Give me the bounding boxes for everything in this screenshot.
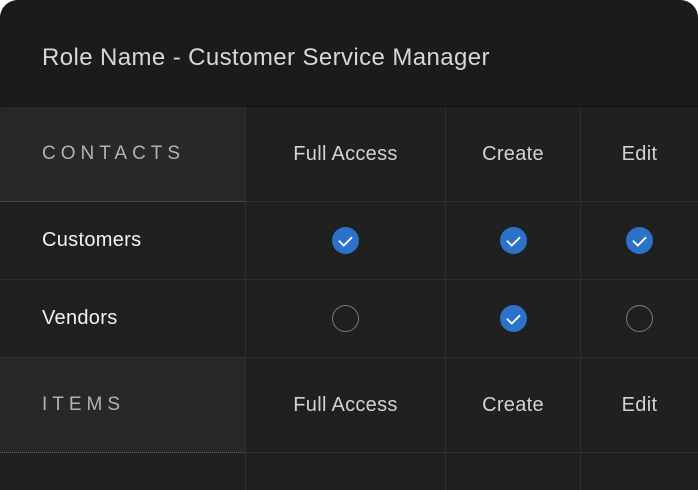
column-header-full-access: Full Access <box>293 394 397 417</box>
column-header-cell-create: Create <box>445 107 580 202</box>
row-label-cell-vendors: Vendors <box>0 280 245 358</box>
column-header-create: Create <box>482 143 544 166</box>
row-label: Vendors <box>42 307 118 330</box>
title-bar: Role Name - Customer Service Manager <box>0 0 698 107</box>
page-title: Role Name - Customer Service Manager <box>42 34 490 72</box>
section-label-cell-items: ITEMS <box>0 358 245 453</box>
permission-checkbox-customers-edit[interactable] <box>626 227 653 254</box>
column-header-cell-full-access: Full Access <box>245 358 445 453</box>
permission-cell <box>245 202 445 280</box>
section-label-cell-contacts: CONTACTS <box>0 107 245 202</box>
column-header-cell-create: Create <box>445 358 580 453</box>
column-header-full-access: Full Access <box>293 143 397 166</box>
permission-cell <box>245 453 445 490</box>
permission-cell <box>445 202 580 280</box>
permission-cell <box>445 453 580 490</box>
section-label: ITEMS <box>42 394 125 416</box>
permission-row-vendors: Vendors <box>0 280 698 358</box>
permission-checkbox-vendors-edit[interactable] <box>626 305 653 332</box>
column-header-edit: Edit <box>622 394 658 417</box>
permission-cell <box>245 280 445 358</box>
column-header-create: Create <box>482 394 544 417</box>
permission-checkbox-customers-full-access[interactable] <box>332 227 359 254</box>
permissions-table: CONTACTS Full Access Create Edit Custome… <box>0 107 698 490</box>
column-header-cell-edit: Edit <box>580 358 698 453</box>
permission-checkbox-vendors-full-access[interactable] <box>332 305 359 332</box>
column-header-cell-full-access: Full Access <box>245 107 445 202</box>
permission-cell <box>580 202 698 280</box>
permission-checkbox-vendors-create[interactable] <box>500 305 527 332</box>
permission-cell <box>580 280 698 358</box>
permission-row-partial <box>0 453 698 490</box>
row-label-cell <box>0 453 245 490</box>
section-header-row-items: ITEMS Full Access Create Edit <box>0 358 698 453</box>
section-header-row-contacts: CONTACTS Full Access Create Edit <box>0 107 698 202</box>
permission-cell <box>445 280 580 358</box>
row-label-cell-customers: Customers <box>0 202 245 280</box>
permission-cell <box>580 453 698 490</box>
column-header-edit: Edit <box>622 143 658 166</box>
column-header-cell-edit: Edit <box>580 107 698 202</box>
permission-row-customers: Customers <box>0 202 698 280</box>
section-label: CONTACTS <box>42 143 185 165</box>
permission-checkbox-customers-create[interactable] <box>500 227 527 254</box>
role-permissions-card: Role Name - Customer Service Manager CON… <box>0 0 698 490</box>
row-label: Customers <box>42 229 141 252</box>
